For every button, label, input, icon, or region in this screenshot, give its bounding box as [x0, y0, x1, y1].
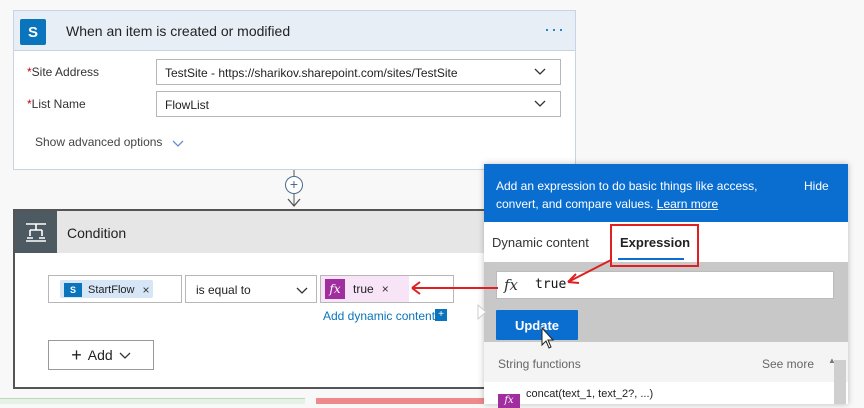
chevron-down-icon: [296, 287, 308, 294]
learn-more-link[interactable]: Learn more: [657, 197, 718, 211]
fx-icon: fx: [504, 276, 519, 294]
active-tab-indicator: [618, 258, 684, 260]
plus-icon: +: [71, 345, 82, 365]
site-address-dropdown[interactable]: TestSite - https://sharikov.sharepoint.c…: [156, 59, 561, 85]
operator-value: is equal to: [196, 283, 251, 297]
tab-dynamic-content[interactable]: Dynamic content: [492, 235, 589, 250]
startflow-token-label: StartFlow: [88, 284, 135, 296]
chevron-down-icon: [172, 140, 184, 147]
list-name-label: *List Name: [27, 97, 86, 111]
show-advanced-options[interactable]: Show advanced options: [35, 135, 184, 149]
chevron-down-icon: [534, 100, 546, 107]
yes-branch-strip: [0, 398, 305, 404]
operator-dropdown[interactable]: is equal to: [185, 275, 317, 303]
trigger-title: When an item is created or modified: [66, 23, 291, 39]
list-name-label-text: List Name: [31, 97, 86, 111]
true-token-label: true: [353, 282, 374, 296]
sharepoint-icon: S: [64, 283, 82, 297]
remove-token-icon[interactable]: ×: [142, 283, 149, 297]
insert-step-button[interactable]: +: [285, 176, 303, 194]
trigger-header[interactable]: S When an item is created or modified ··…: [14, 11, 575, 51]
panel-header: Add an expression to do basic things lik…: [484, 164, 848, 222]
condition-right-operand[interactable]: fx true ×: [320, 275, 454, 303]
site-address-value: TestSite - https://sharikov.sharepoint.c…: [165, 66, 458, 80]
condition-title: Condition: [67, 225, 127, 241]
condition-header[interactable]: Condition: [15, 211, 511, 253]
chevron-down-icon: [119, 352, 131, 359]
function-label: concat(text_1, text_2?, ...): [526, 388, 654, 400]
remove-token-icon[interactable]: ×: [382, 282, 389, 296]
no-branch-strip: [316, 398, 486, 404]
add-button[interactable]: + Add: [48, 340, 154, 370]
add-dynamic-content-link[interactable]: Add dynamic content: [323, 309, 435, 323]
panel-description: Add an expression to do basic things lik…: [496, 177, 776, 213]
string-functions-label: String functions: [498, 357, 581, 371]
expression-input[interactable]: true: [496, 271, 834, 299]
expression-editor-area: true Update: [484, 262, 848, 342]
tab-expression[interactable]: Expression: [620, 235, 690, 250]
add-button-label: Add: [87, 347, 113, 363]
startflow-token[interactable]: S StartFlow ×: [60, 280, 154, 298]
update-button[interactable]: Update: [496, 310, 578, 340]
fx-icon: fx: [498, 394, 520, 408]
hide-panel-button[interactable]: Hide: [804, 179, 829, 193]
expression-panel: Add an expression to do basic things lik…: [484, 164, 848, 408]
update-button-label: Update: [514, 317, 560, 333]
string-functions-header: String functions See more ▲: [484, 342, 848, 382]
panel-description-text: Add an expression to do basic things lik…: [496, 179, 758, 211]
sharepoint-icon: S: [20, 19, 46, 45]
panel-scrollbar[interactable]: [834, 360, 846, 404]
trigger-card: S When an item is created or modified ··…: [13, 10, 576, 170]
see-more-link[interactable]: See more: [762, 357, 814, 371]
site-address-label: *Site Address: [27, 65, 99, 79]
function-list-item[interactable]: fx concat(text_1, text_2?, ...): [484, 382, 832, 408]
chevron-down-icon: [534, 68, 546, 75]
show-advanced-label: Show advanced options: [35, 135, 163, 149]
list-name-value: FlowList: [165, 98, 210, 112]
add-dynamic-content-icon[interactable]: +: [435, 309, 447, 321]
site-address-label-text: Site Address: [31, 65, 100, 79]
more-options-icon[interactable]: ···: [544, 19, 565, 40]
condition-glyph-icon: [26, 223, 46, 242]
condition-card: Condition S StartFlow × is equal to fx t…: [13, 209, 513, 389]
list-name-dropdown[interactable]: FlowList: [156, 91, 561, 117]
condition-left-operand[interactable]: S StartFlow ×: [48, 275, 182, 303]
condition-icon: [15, 211, 57, 253]
fx-icon: fx: [325, 279, 345, 299]
true-expression-token[interactable]: fx true ×: [321, 276, 409, 302]
